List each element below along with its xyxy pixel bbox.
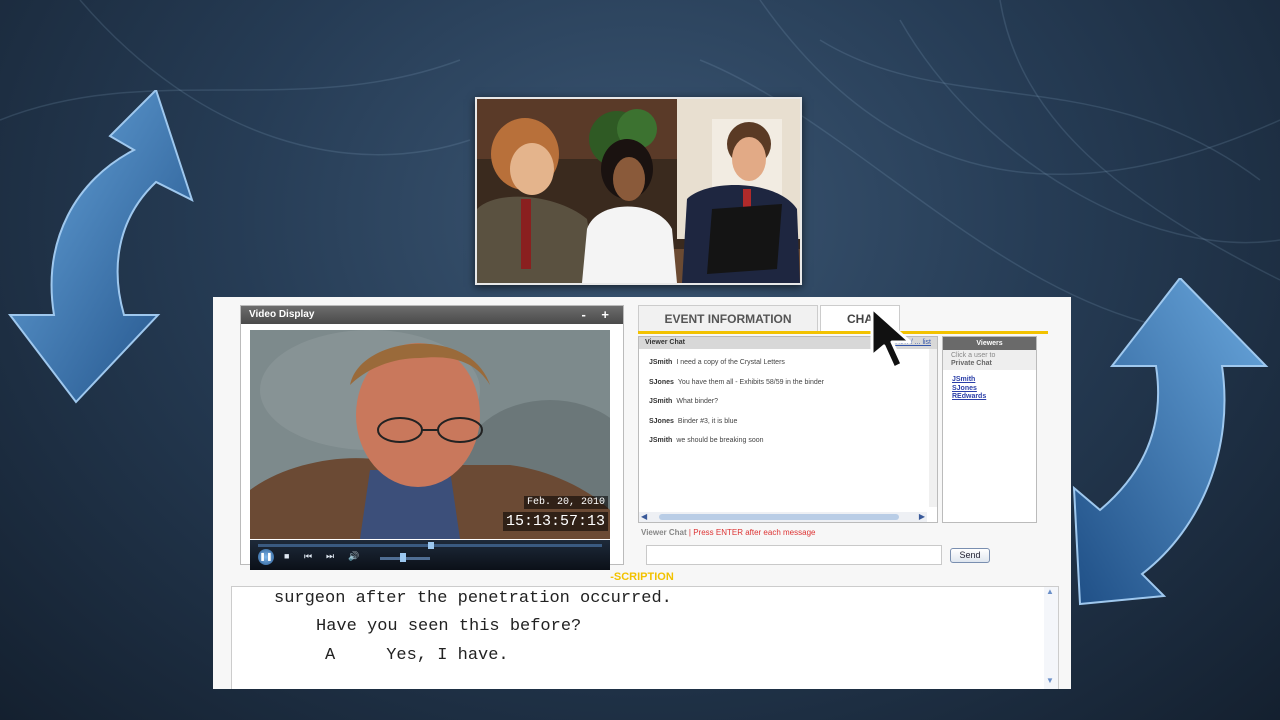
scroll-thumb[interactable] xyxy=(659,514,899,520)
curved-arrow-icon-left xyxy=(7,90,194,404)
transcript-line: A Yes, I have. xyxy=(325,646,509,665)
chat-user: SJones xyxy=(649,378,674,386)
chat-message: JSmith we should be breaking soon xyxy=(649,431,937,451)
transcript-scrollbar[interactable]: ▲ ▼ xyxy=(1044,587,1058,689)
stop-icon[interactable]: ■ xyxy=(284,551,289,561)
scroll-down-icon[interactable]: ▼ xyxy=(1046,676,1054,685)
chat-text: What binder? xyxy=(676,398,718,405)
chat-text: we should be breaking soon xyxy=(676,437,764,444)
viewers-panel: Viewers Click a user to Private Chat JSm… xyxy=(942,336,1037,523)
volume-icon[interactable]: 🔊 xyxy=(348,551,359,562)
meeting-photo xyxy=(475,97,802,285)
transcript-title: -SCRIPTION xyxy=(610,571,674,583)
chat-input-label-title: Viewer Chat xyxy=(641,528,687,537)
volume-thumb[interactable] xyxy=(400,553,406,562)
chat-text: Binder #3, it is blue xyxy=(677,417,738,425)
seek-bar[interactable] xyxy=(258,542,602,549)
viewers-header: Viewers xyxy=(943,337,1036,350)
scroll-up-icon[interactable]: ▲ xyxy=(1046,587,1054,596)
chat-text: You have them all - Exhibits 58/59 in th… xyxy=(677,378,824,386)
video-date-stamp: Feb. 20, 2010 xyxy=(523,496,608,509)
video-display-header: Video Display - + xyxy=(241,306,623,324)
video-display-title: Video Display xyxy=(249,309,315,320)
chat-message: SJones You have them all - Exhibits 58/59… xyxy=(649,373,937,393)
mouse-cursor-icon xyxy=(870,306,912,370)
seek-thumb[interactable] xyxy=(428,542,434,549)
chat-message-input[interactable] xyxy=(646,545,942,565)
play-pause-icon[interactable]: ❚❚ xyxy=(258,549,274,565)
chat-input-hint: | Press ENTER after each message xyxy=(688,528,816,537)
curved-arrow-icon-right xyxy=(1072,278,1269,606)
send-button[interactable]: Send xyxy=(950,548,990,563)
transcript-line: Have you seen this before? xyxy=(316,617,582,636)
chat-text: I need a copy of the Crystal Letters xyxy=(676,359,785,366)
chat-user: SJones xyxy=(649,417,674,425)
viewers-note-private: Private Chat xyxy=(951,360,992,367)
video-frame[interactable]: Feb. 20, 2010 15:13:57:13 xyxy=(250,330,610,539)
viewers-note-line: Click a user to xyxy=(951,352,996,359)
tab-event-information[interactable]: EVENT INFORMATION xyxy=(638,305,818,332)
event-panel: Video Display - + Feb. 20, 2010 15:13:57… xyxy=(213,297,1071,689)
chat-header-title: Viewer Chat xyxy=(645,339,685,346)
video-timecode: 15:13:57:13 xyxy=(502,512,608,531)
video-display: Video Display - + Feb. 20, 2010 15:13:57… xyxy=(240,305,624,570)
resize-controls[interactable]: - + xyxy=(581,306,615,324)
transcript-line: surgeon after the penetration occurred. xyxy=(274,589,672,608)
previous-icon[interactable]: ⏮ xyxy=(304,551,312,562)
scroll-right-icon[interactable]: ▶ xyxy=(919,512,925,521)
next-icon[interactable]: ⏭ xyxy=(326,551,334,562)
chat-message: JSmith What binder? xyxy=(649,392,937,412)
viewer-link[interactable]: JSmith xyxy=(943,376,1036,385)
player-controls: ❚❚ ■ ⏮ ⏭ 🔊 xyxy=(250,540,610,570)
chat-user: JSmith xyxy=(649,398,673,405)
transcript-pane[interactable]: surgeon after the penetration occurred. … xyxy=(231,586,1059,689)
tab-underline xyxy=(638,331,1048,334)
scroll-left-icon[interactable]: ◀ xyxy=(641,512,647,521)
chat-user: JSmith xyxy=(649,359,673,366)
viewer-link[interactable]: REdwards xyxy=(943,393,1036,402)
chat-horizontal-scrollbar[interactable]: ◀ ▶ xyxy=(639,512,927,522)
chat-user: JSmith xyxy=(649,437,673,444)
viewers-note: Click a user to Private Chat xyxy=(943,350,1036,370)
chat-input-label: Viewer Chat | Press ENTER after each mes… xyxy=(641,528,815,537)
viewer-link[interactable]: SJones xyxy=(943,385,1036,394)
chat-vertical-scrollbar[interactable] xyxy=(929,349,937,507)
chat-message: SJones Binder #3, it is blue xyxy=(649,412,937,432)
